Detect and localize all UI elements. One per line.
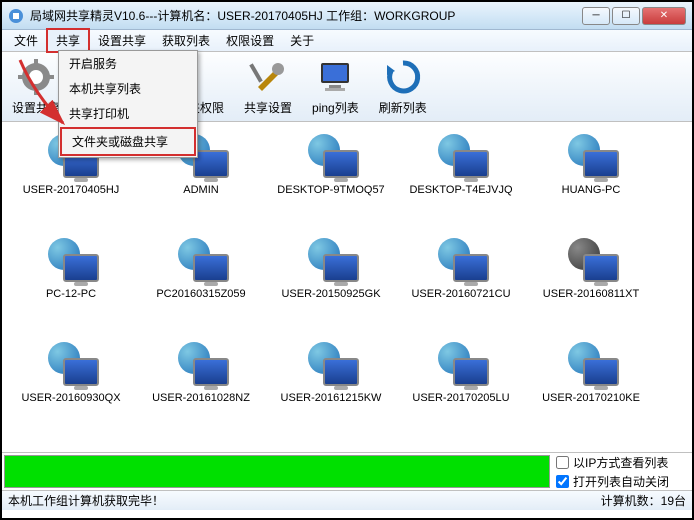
close-button[interactable]: ✕ — [642, 7, 686, 25]
ping-icon — [315, 57, 355, 97]
computer-icon — [434, 130, 489, 180]
computer-label: PC-12-PC — [46, 288, 96, 300]
computer-item[interactable]: DESKTOP-9TMOQ57 — [266, 130, 396, 230]
menubar: 文件 共享 设置共享 获取列表 权限设置 关于 — [2, 30, 692, 52]
computer-item[interactable]: USER-20161215KW — [266, 338, 396, 438]
computer-item[interactable]: USER-20161028NZ — [136, 338, 266, 438]
progress-bar — [4, 455, 550, 488]
toolbar-label: 共享设置 — [244, 99, 292, 116]
checkbox-auto-close-input[interactable] — [556, 475, 569, 488]
dropdown-item-0[interactable]: 开启服务 — [59, 51, 197, 76]
computer-icon — [434, 338, 489, 388]
computer-label: PC20160315Z059 — [156, 288, 245, 300]
checkbox-ip-view[interactable]: 以IP方式查看列表 — [556, 454, 688, 471]
share-dropdown: 开启服务本机共享列表共享打印机文件夹或磁盘共享 — [58, 50, 198, 158]
computer-item[interactable]: DESKTOP-T4EJVJQ — [396, 130, 526, 230]
computer-icon — [44, 338, 99, 388]
computer-label: USER-20160930QX — [21, 392, 120, 404]
computer-label: USER-20160811XT — [543, 288, 639, 300]
computer-item[interactable]: HUANG-PC — [526, 130, 656, 230]
dropdown-item-2[interactable]: 共享打印机 — [59, 101, 197, 126]
dropdown-item-3[interactable]: 文件夹或磁盘共享 — [60, 127, 196, 156]
bottom-bar: 以IP方式查看列表 打开列表自动关闭 — [2, 452, 692, 490]
computer-label: USER-20160721CU — [411, 288, 510, 300]
maximize-button[interactable]: ☐ — [612, 7, 640, 25]
computer-item[interactable]: PC-12-PC — [6, 234, 136, 334]
computer-label: DESKTOP-9TMOQ57 — [277, 184, 384, 196]
menu-get-list[interactable]: 获取列表 — [154, 30, 218, 51]
computer-icon — [304, 234, 359, 284]
toolbar-btn-ping[interactable]: ping列表 — [308, 55, 363, 118]
checkbox-ip-view-input[interactable] — [556, 456, 569, 469]
computer-icon — [304, 130, 359, 180]
checkbox-ip-view-label: 以IP方式查看列表 — [573, 454, 668, 471]
window-title: 局域网共享精灵V10.6---计算机名：USER-20170405HJ 工作组：… — [30, 7, 582, 24]
computer-label: USER-20161215KW — [281, 392, 382, 404]
computer-label: USER-20170205LU — [412, 392, 509, 404]
checkbox-auto-close[interactable]: 打开列表自动关闭 — [556, 473, 688, 490]
toolbar-label: ping列表 — [312, 99, 359, 116]
toolbar-label: 刷新列表 — [379, 99, 427, 116]
computer-icon — [304, 338, 359, 388]
computer-item[interactable]: USER-20150925GK — [266, 234, 396, 334]
toolbar-btn-gear[interactable]: 设置共享 — [8, 55, 64, 118]
computer-label: HUANG-PC — [562, 184, 621, 196]
status-right: 计算机数：19台 — [601, 492, 686, 509]
computer-item[interactable]: USER-20160930QX — [6, 338, 136, 438]
computer-icon — [174, 338, 229, 388]
status-left: 本机工作组计算机获取完毕！ — [8, 492, 601, 509]
computer-item[interactable]: USER-20170205LU — [396, 338, 526, 438]
toolbar-btn-tools[interactable]: 共享设置 — [240, 55, 296, 118]
statusbar: 本机工作组计算机获取完毕！ 计算机数：19台 — [2, 490, 692, 510]
titlebar: 局域网共享精灵V10.6---计算机名：USER-20170405HJ 工作组：… — [2, 2, 692, 30]
computer-label: ADMIN — [183, 184, 218, 196]
computer-list: USER-20170405HJ ADMIN DESKTOP-9TMOQ57 DESKT… — [2, 122, 692, 452]
computer-item[interactable]: PC20160315Z059 — [136, 234, 266, 334]
tools-icon — [248, 57, 288, 97]
computer-label: USER-20170210KE — [542, 392, 640, 404]
menu-set-share[interactable]: 设置共享 — [90, 30, 154, 51]
dropdown-item-1[interactable]: 本机共享列表 — [59, 76, 197, 101]
computer-icon — [434, 234, 489, 284]
computer-label: DESKTOP-T4EJVJQ — [409, 184, 512, 196]
computer-item[interactable]: USER-20160811XT — [526, 234, 656, 334]
computer-item[interactable]: USER-20170210KE — [526, 338, 656, 438]
gear-icon — [16, 57, 56, 97]
computer-icon — [564, 130, 619, 180]
computer-icon — [174, 234, 229, 284]
computer-label: USER-20170405HJ — [23, 184, 120, 196]
toolbar-btn-refresh[interactable]: 刷新列表 — [375, 55, 431, 118]
menu-about[interactable]: 关于 — [282, 30, 322, 51]
computer-label: USER-20150925GK — [281, 288, 380, 300]
computer-icon — [564, 234, 619, 284]
computer-label: USER-20161028NZ — [152, 392, 250, 404]
app-icon — [8, 8, 24, 24]
checkbox-auto-close-label: 打开列表自动关闭 — [573, 473, 669, 490]
computer-icon — [564, 338, 619, 388]
toolbar-label: 设置共享 — [12, 99, 60, 116]
computer-item[interactable]: USER-20160721CU — [396, 234, 526, 334]
computer-icon — [44, 234, 99, 284]
refresh-icon — [383, 57, 423, 97]
minimize-button[interactable]: ─ — [582, 7, 610, 25]
menu-permission[interactable]: 权限设置 — [218, 30, 282, 51]
menu-file[interactable]: 文件 — [6, 30, 46, 51]
